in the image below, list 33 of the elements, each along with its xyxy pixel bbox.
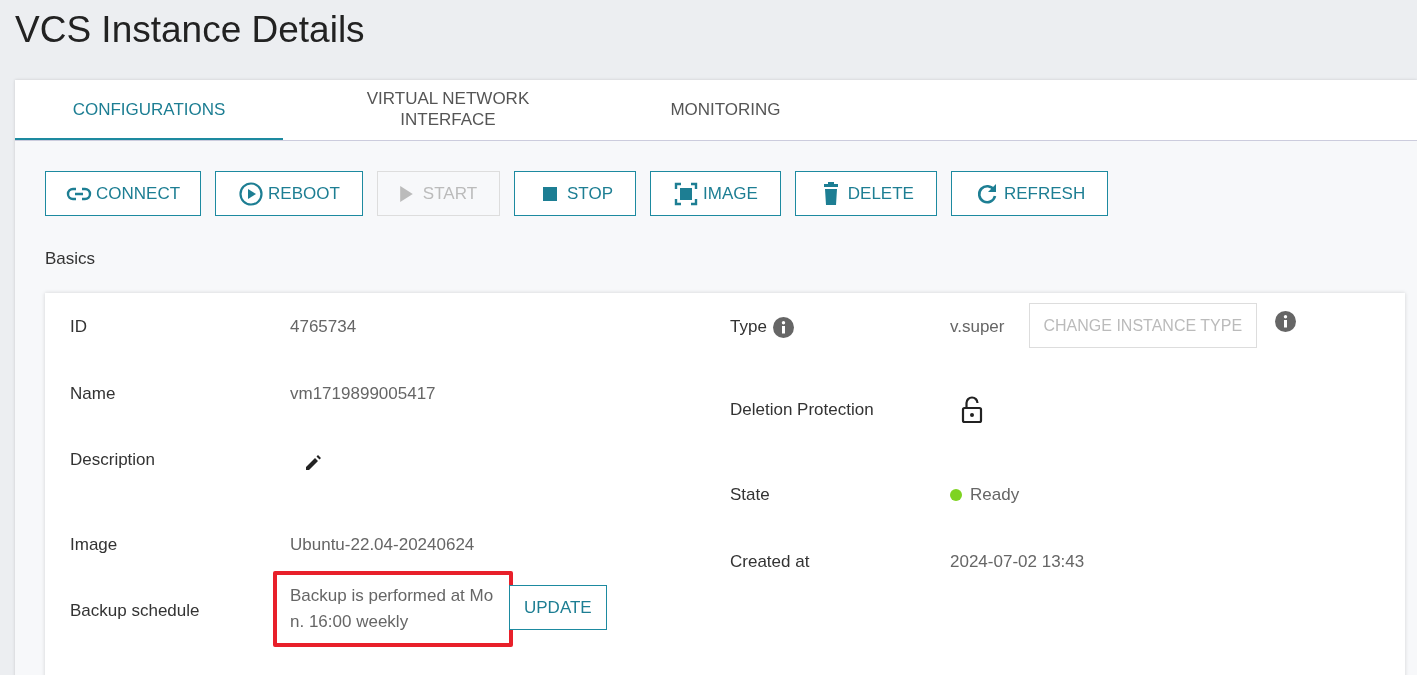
tab[interactable]: VIRTUAL NETWORK INTERFACE — [283, 80, 613, 140]
tab[interactable]: MONITORING — [613, 80, 838, 140]
section-title: Basics — [45, 249, 97, 269]
field-label: Name — [70, 384, 116, 403]
field-label: Type — [730, 317, 767, 337]
info-icon — [1275, 311, 1297, 332]
field-label: State — [730, 485, 770, 505]
play-icon — [399, 185, 413, 202]
page-title: VCS Instance Details — [15, 9, 366, 52]
field-label: Backup schedule — [70, 601, 200, 620]
tab[interactable]: CONFIGURATIONS — [15, 80, 283, 140]
field-value: 2024-07-02 13:43 — [950, 552, 1085, 572]
field-value: Ubuntu-22.04-20240624 — [290, 535, 475, 555]
field-value: v.super — [950, 317, 1005, 337]
field-label: ID — [70, 317, 87, 336]
field-label: Image — [70, 535, 118, 554]
action-button[interactable]: REBOOT — [215, 171, 363, 216]
field-value: vm1719899005417 — [290, 384, 436, 404]
field-label: Created at — [730, 552, 810, 572]
status-text: Ready — [970, 485, 1020, 505]
play-circle-icon — [238, 180, 265, 207]
action-button[interactable]: REFRESH — [950, 171, 1109, 216]
field-value: Backup is performed at Mon. 16:00 weekly — [290, 585, 495, 633]
field-value: 4765734 — [290, 317, 357, 337]
action-button[interactable]: IMAGE — [650, 171, 781, 216]
field-label: Deletion Protection — [730, 400, 874, 420]
action-button[interactable]: DELETE — [794, 171, 937, 216]
pencil-icon — [304, 454, 322, 472]
frame-icon — [673, 180, 699, 207]
update-button[interactable]: UPDATE — [509, 585, 607, 630]
action-button[interactable]: STOP — [514, 171, 636, 216]
field-label: Description — [70, 450, 156, 469]
action-button[interactable]: CONNECT — [45, 171, 202, 216]
